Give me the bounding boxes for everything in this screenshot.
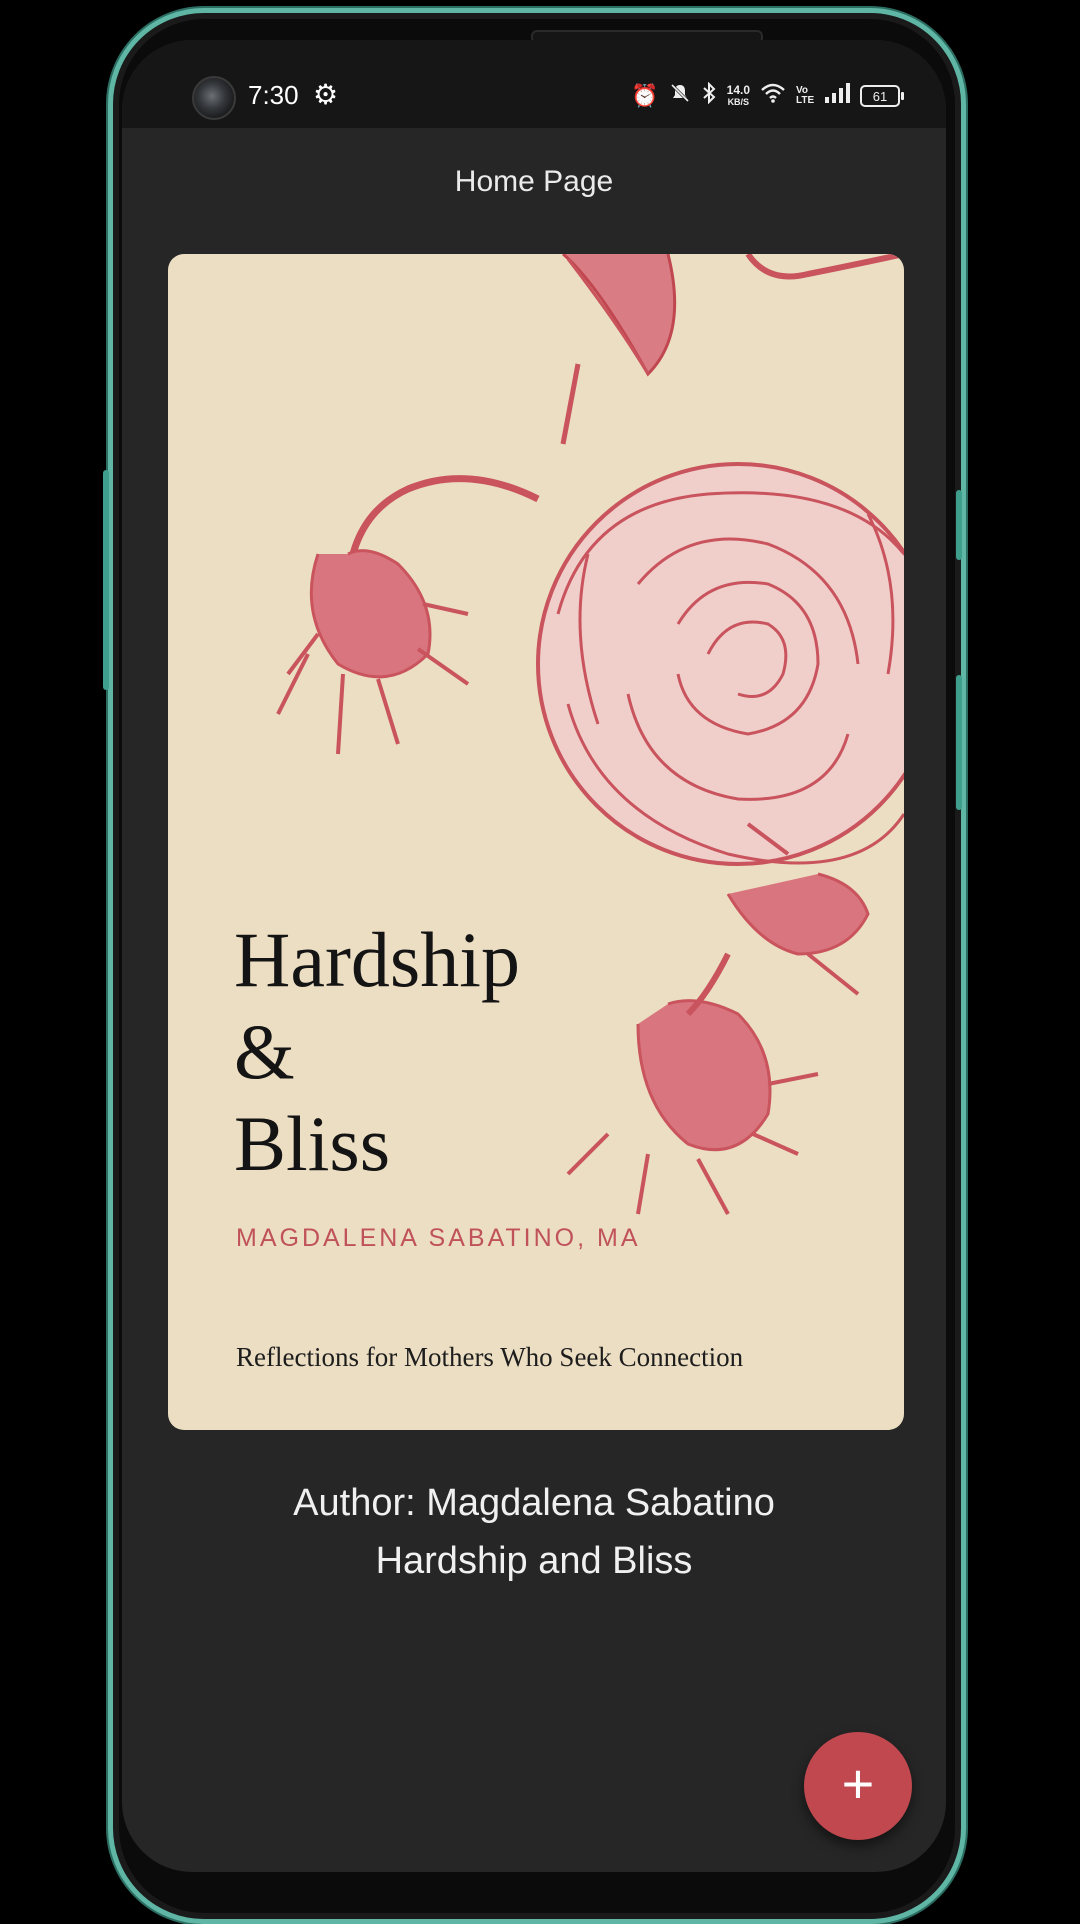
volume-button	[103, 470, 109, 690]
book-author-line: Author: Magdalena Sabatino	[293, 1482, 775, 1524]
rose-illustration	[276, 254, 904, 1215]
net-speed-unit: KB/S	[727, 97, 750, 107]
book-cover-title-line2: &	[234, 1008, 295, 1095]
volte-label: Vo LTE	[796, 85, 815, 106]
book-cover-subtitle: Reflections for Mothers Who Seek Connect…	[236, 1342, 744, 1372]
book-cover-title-line3: Bliss	[234, 1100, 391, 1187]
bluetooth-icon	[701, 81, 717, 110]
alert-slider	[956, 490, 962, 560]
status-time: 7:30	[248, 80, 299, 110]
screen: 7:30 ⚙ ⏰ 14.0 KB/S Vo LTE 61 Home Page H…	[122, 40, 946, 1872]
book-cover-title-line1: Hardship	[234, 916, 520, 1003]
book-cover-author: MAGDALENA SABATINO, MA	[236, 1224, 641, 1252]
bell-off-icon	[669, 82, 691, 110]
page-title: Home Page	[454, 165, 614, 198]
alarm-icon: ⏰	[631, 83, 659, 108]
wifi-icon	[760, 82, 786, 110]
net-speed: 14.0 KB/S	[727, 84, 750, 108]
book-cover-title: Hardship & Bliss	[234, 914, 520, 1190]
battery-level: 61	[872, 88, 888, 104]
add-book-button[interactable]: +	[804, 1732, 912, 1840]
battery-icon: 61	[860, 85, 904, 107]
front-camera	[192, 76, 236, 120]
book-title-line: Hardship and Bliss	[375, 1540, 693, 1582]
gear-icon: ⚙	[313, 79, 339, 110]
power-button	[956, 675, 962, 810]
net-speed-value: 14.0	[726, 83, 750, 97]
signal-icon	[824, 83, 850, 109]
status-bar: 7:30 ⚙ ⏰ 14.0 KB/S Vo LTE 61	[122, 40, 946, 128]
plus-icon: +	[841, 1752, 875, 1815]
book-meta: Author: Magdalena Sabatino Hardship and …	[122, 1474, 946, 1590]
status-icons: ⏰ 14.0 KB/S Vo LTE 61	[631, 81, 904, 110]
book-cover-card[interactable]: Hardship & Bliss MAGDALENA SABATINO, MA …	[168, 254, 904, 1430]
